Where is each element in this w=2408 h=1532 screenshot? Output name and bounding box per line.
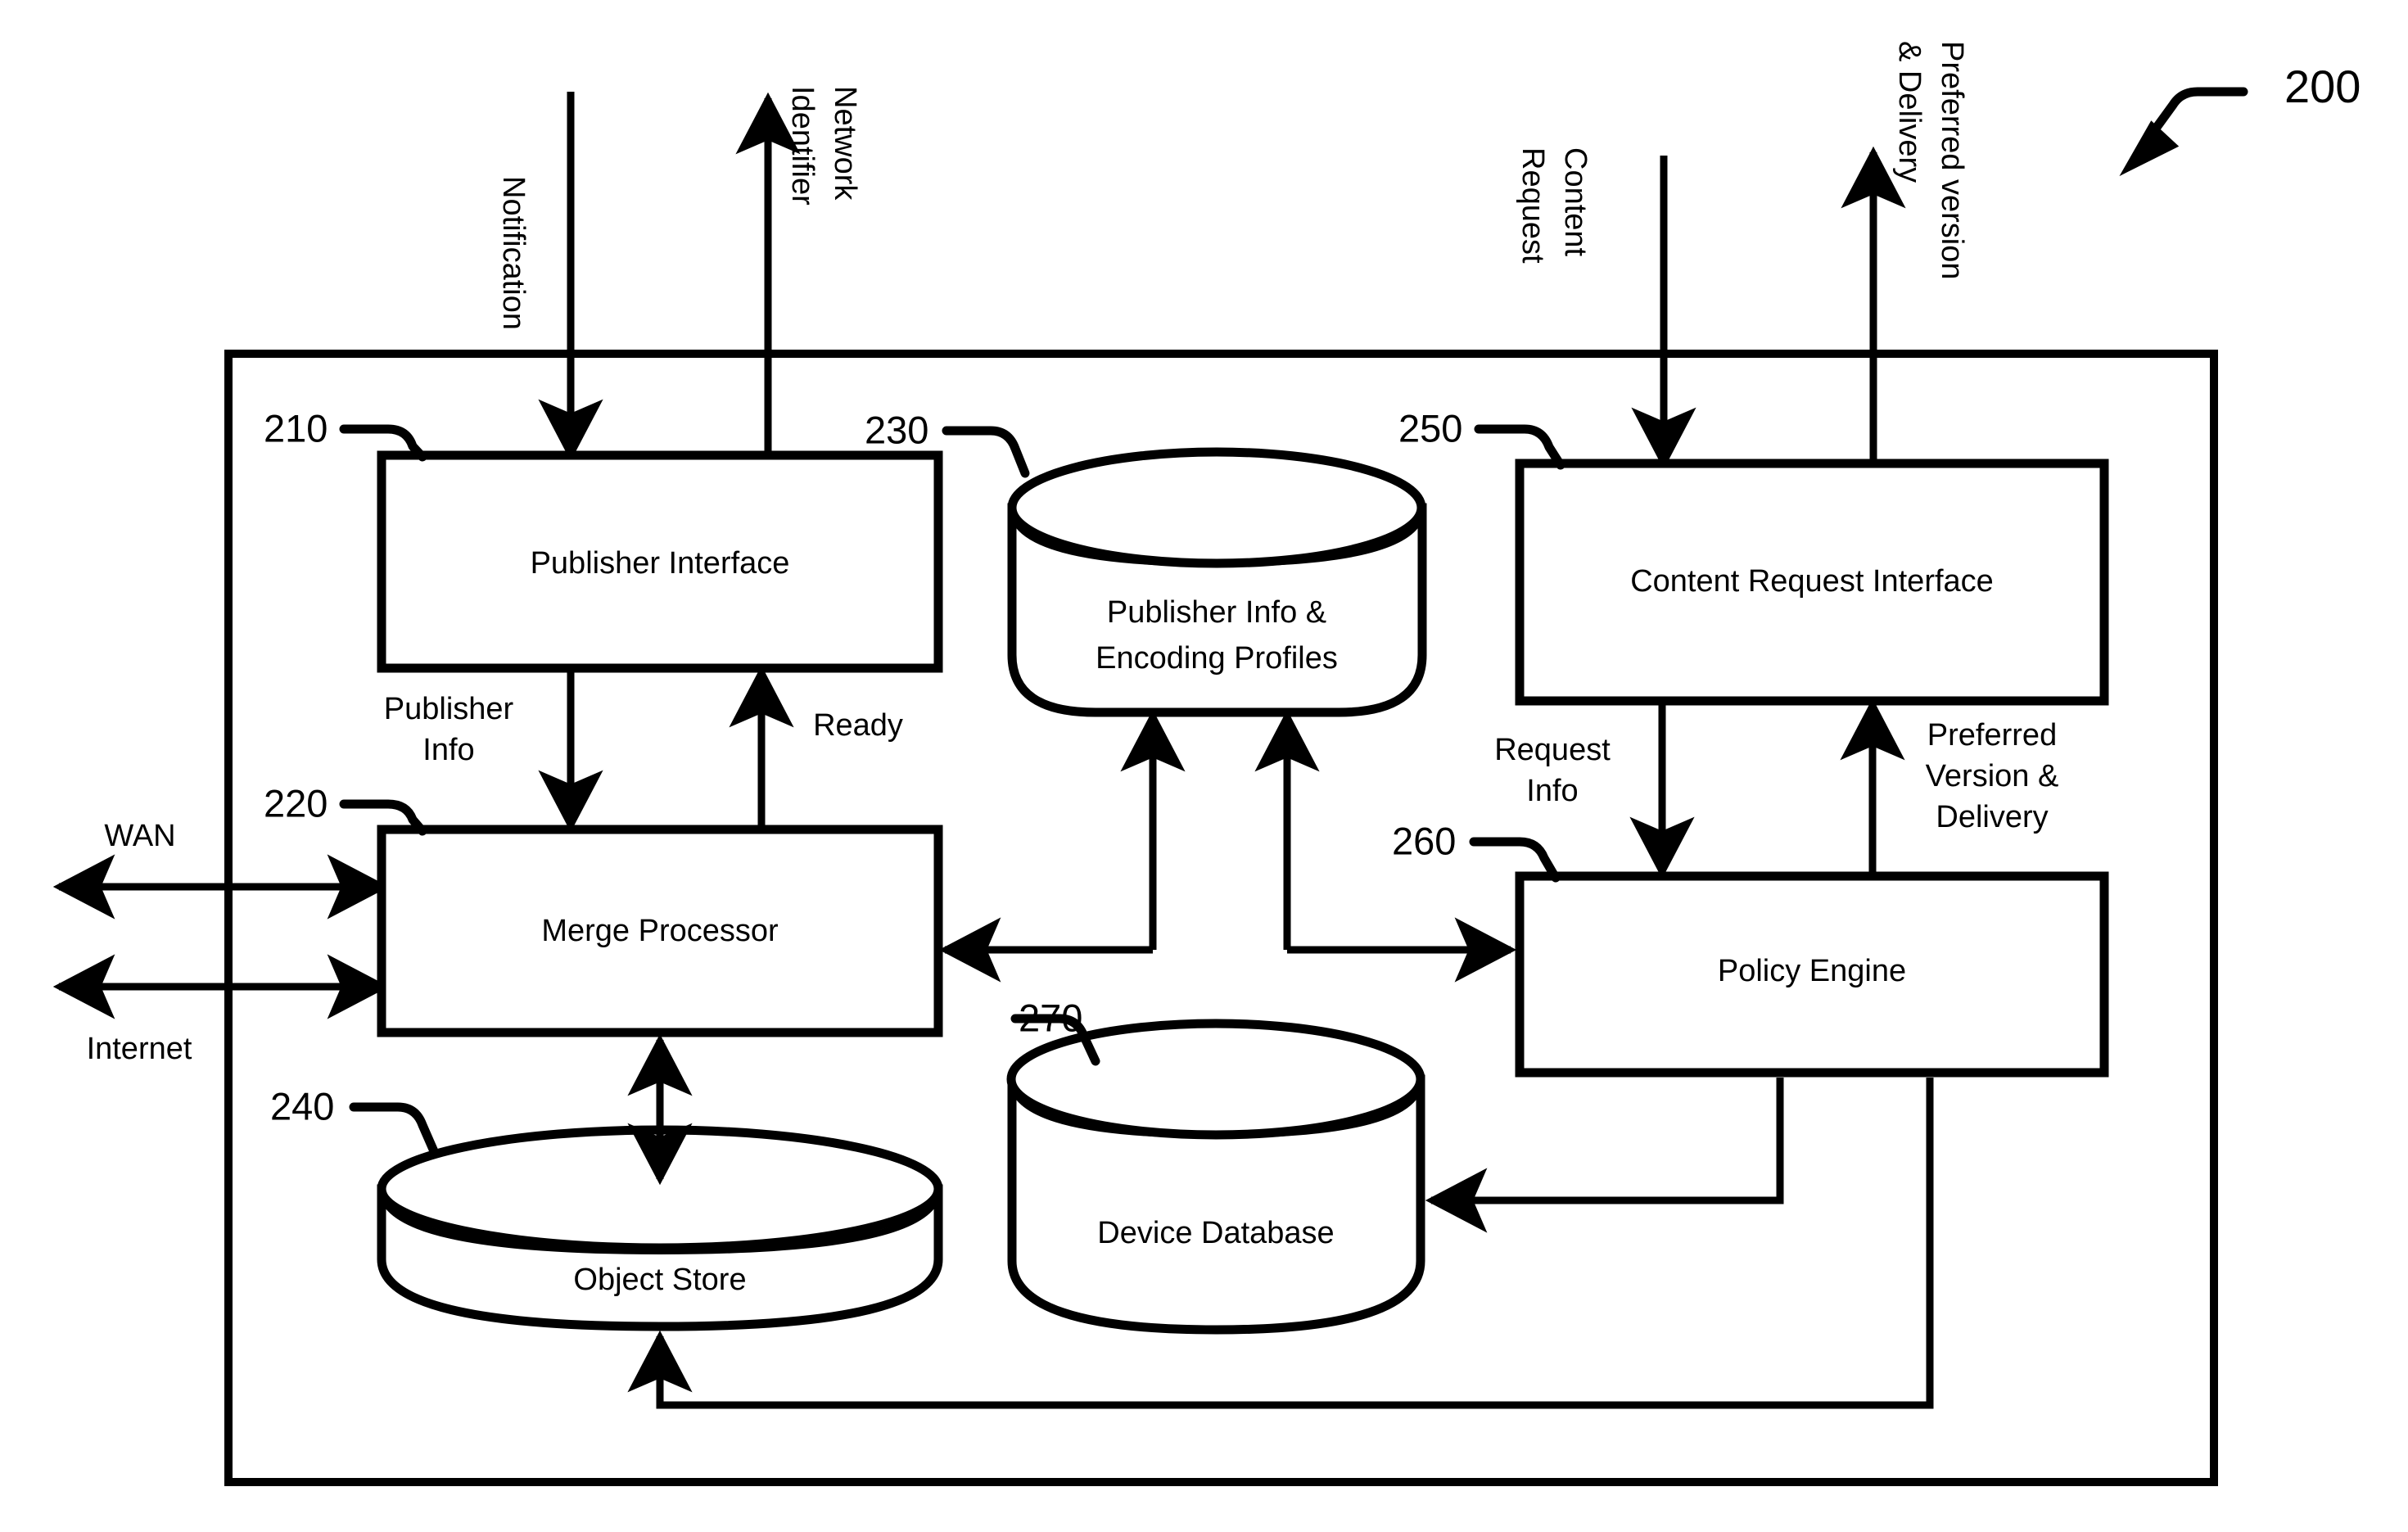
external-label-internet: Internet <box>87 1032 192 1066</box>
external-label-content-request-line2: Request <box>1516 147 1550 264</box>
edge-label-request-info-line2: Info <box>1526 774 1578 808</box>
edge-label-request-info-line1: Request <box>1494 733 1611 767</box>
ref-number-210: 210 <box>264 406 328 450</box>
leader-200-arrowhead <box>2119 120 2180 177</box>
external-label-preferred-version-line2: & Delivery <box>1892 41 1927 183</box>
edge-label-publisher-info-line1: Publisher <box>384 692 514 726</box>
external-label-network-identifier-line2: Identifier <box>785 86 820 206</box>
edge-label-pvd-line3: Delivery <box>1936 800 2048 834</box>
leader-230 <box>942 426 1030 478</box>
node-object-store-label: Object Store <box>573 1263 746 1297</box>
node-policy-engine-label: Policy Engine <box>1718 954 1906 988</box>
ref-number-240: 240 <box>270 1084 334 1128</box>
node-publisher-info-profiles-label-line1: Publisher Info & <box>1107 595 1326 630</box>
node-merge-processor-label: Merge Processor <box>541 914 779 948</box>
node-device-database-label: Device Database <box>1097 1216 1334 1250</box>
ref-number-200: 200 <box>2284 61 2361 112</box>
external-label-preferred-version-line1: Preferred version <box>1935 41 1969 279</box>
node-content-request-interface-label: Content Request Interface <box>1630 564 1994 599</box>
edge-label-ready: Ready <box>813 708 903 743</box>
edge-label-publisher-info-line2: Info <box>422 733 474 767</box>
ref-number-260: 260 <box>1392 819 1456 862</box>
node-device-database[interactable] <box>1006 1019 1425 1335</box>
ref-number-230: 230 <box>865 408 928 451</box>
node-publisher-info-profiles-label-line2: Encoding Profiles <box>1096 641 1338 676</box>
node-publisher-interface-label: Publisher Interface <box>531 546 790 581</box>
leader-240 <box>349 1102 439 1156</box>
external-label-notification: Notification <box>496 176 531 330</box>
ref-number-270: 270 <box>1019 996 1082 1039</box>
external-label-network-identifier-line1: Network <box>828 86 862 201</box>
block-diagram: Publisher Interface 210 Merge Processor … <box>52 41 2361 1486</box>
edge-policy-to-device-db <box>1425 1078 1784 1233</box>
edge-label-pvd-line1: Preferred <box>1927 718 2057 752</box>
external-label-wan: WAN <box>104 819 175 853</box>
external-label-content-request-line1: Content <box>1558 147 1593 257</box>
edge-label-pvd-line2: Version & <box>1926 759 2059 793</box>
ref-number-220: 220 <box>264 781 328 825</box>
ref-number-250: 250 <box>1398 406 1462 450</box>
figure-canvas: Publisher Interface 210 Merge Processor … <box>0 0 2408 1532</box>
